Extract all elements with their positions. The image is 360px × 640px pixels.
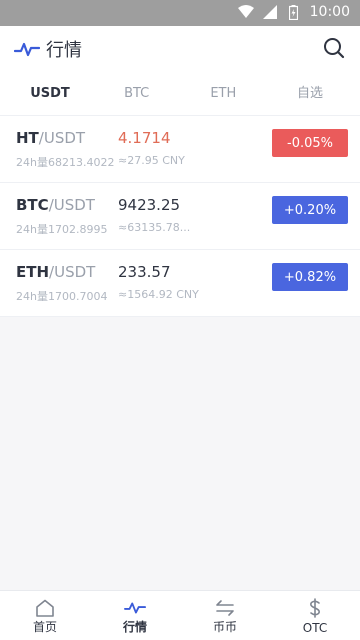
trading-pair: HT/USDT xyxy=(16,129,85,147)
pair-quote: /USDT xyxy=(49,263,96,281)
market-row-ht[interactable]: HT/USDT 24h量68213.4022 4.1714 ≈27.95 CNY… xyxy=(0,116,360,183)
app-header: 行情 xyxy=(0,26,360,72)
home-icon xyxy=(34,597,56,619)
nav-home-label: 首页 xyxy=(32,620,57,634)
pair-base: ETH xyxy=(16,263,50,281)
signal-icon xyxy=(262,4,278,20)
market-pulse-icon xyxy=(14,42,40,57)
nav-market-label: 行情 xyxy=(122,620,147,634)
volume-24h: 24h量68213.4022 xyxy=(16,156,115,169)
search-icon[interactable] xyxy=(322,36,346,60)
market-pulse-icon xyxy=(124,597,146,619)
bottom-nav: 首页 行情 币币 OTC xyxy=(0,590,360,640)
cny-price: ≈1564.92 CNY xyxy=(118,288,199,301)
nav-exchange[interactable]: 币币 xyxy=(180,591,270,640)
pair-quote: /USDT xyxy=(38,129,86,147)
volume-24h: 24h量1700.7004 xyxy=(16,290,108,303)
pair-quote: /USDT xyxy=(48,196,95,214)
last-price: 4.1714 xyxy=(118,129,171,147)
pair-base: HT xyxy=(16,129,39,147)
nav-otc[interactable]: OTC xyxy=(270,591,360,640)
change-badge: +0.20% xyxy=(272,196,348,224)
tab-btc[interactable]: BTC xyxy=(117,72,157,115)
last-price: 233.57 xyxy=(118,263,171,281)
status-icons: 10:00 xyxy=(237,4,350,20)
status-bar: 10:00 xyxy=(0,0,360,26)
tab-usdt[interactable]: USDT xyxy=(30,72,70,115)
wifi-icon xyxy=(237,4,254,20)
trading-pair: BTC/USDT xyxy=(16,196,95,214)
nav-otc-label: OTC xyxy=(302,621,328,635)
market-list: HT/USDT 24h量68213.4022 4.1714 ≈27.95 CNY… xyxy=(0,116,360,317)
tab-eth[interactable]: ETH xyxy=(203,72,243,115)
market-row-eth[interactable]: ETH/USDT 24h量1700.7004 233.57 ≈1564.92 C… xyxy=(0,250,360,317)
cny-price: ≈63135.78... xyxy=(118,221,191,234)
nav-market[interactable]: 行情 xyxy=(90,591,180,640)
page-title: 行情 xyxy=(46,40,82,61)
volume-24h: 24h量1702.8995 xyxy=(16,223,108,236)
change-badge: +0.82% xyxy=(272,263,348,291)
market-row-btc[interactable]: BTC/USDT 24h量1702.8995 9423.25 ≈63135.78… xyxy=(0,183,360,250)
nav-home[interactable]: 首页 xyxy=(0,591,90,640)
pair-base: BTC xyxy=(16,196,49,214)
status-time: 10:00 xyxy=(309,4,350,20)
market-tabs: USDT BTC ETH 自选 xyxy=(0,72,360,116)
tab-favorites[interactable]: 自选 xyxy=(290,72,330,115)
last-price: 9423.25 xyxy=(118,196,181,214)
trading-pair: ETH/USDT xyxy=(16,263,95,281)
exchange-icon xyxy=(214,597,236,619)
dollar-icon xyxy=(304,597,326,619)
nav-exchange-label: 币币 xyxy=(212,620,237,634)
cny-price: ≈27.95 CNY xyxy=(118,154,185,167)
battery-icon xyxy=(286,4,302,20)
change-badge: -0.05% xyxy=(272,129,348,157)
